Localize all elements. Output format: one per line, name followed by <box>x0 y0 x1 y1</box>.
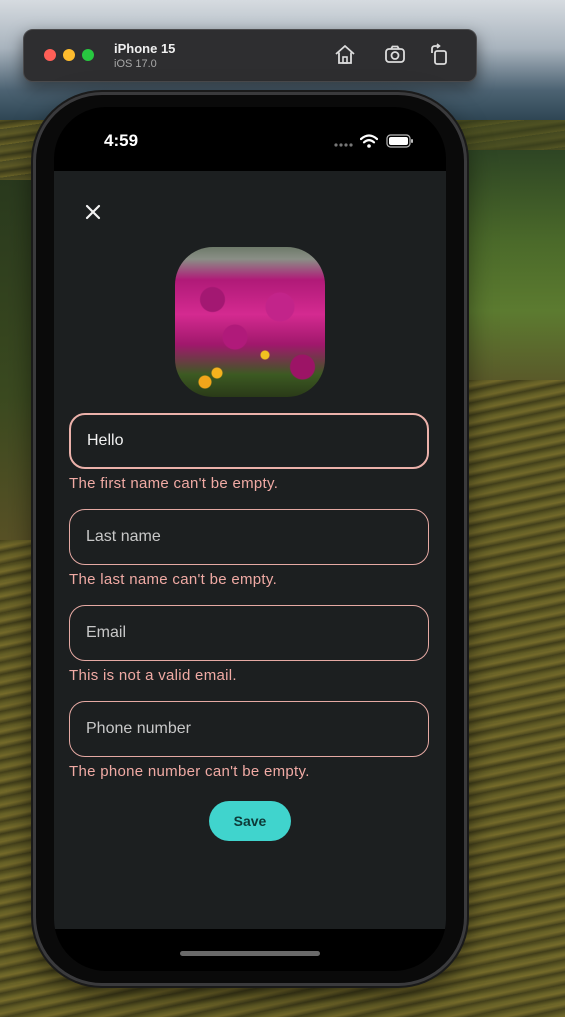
status-time: 4:59 <box>104 131 139 150</box>
window-zoom-button[interactable] <box>82 49 94 61</box>
email-field[interactable]: Email <box>69 605 429 661</box>
screenshot-icon[interactable] <box>383 43 407 67</box>
email-error: This is not a valid email. <box>69 667 237 684</box>
save-button[interactable]: Save <box>209 801 291 841</box>
home-indicator[interactable] <box>180 951 320 956</box>
home-icon[interactable] <box>333 43 357 67</box>
window-close-button[interactable] <box>44 49 56 61</box>
battery-icon <box>386 134 413 148</box>
phone-number-error: The phone number can't be empty. <box>69 763 310 780</box>
phone-number-field[interactable]: Phone number <box>69 701 429 757</box>
first-name-error: The first name can't be empty. <box>69 475 279 492</box>
close-icon[interactable] <box>80 199 106 225</box>
avatar-photo[interactable] <box>175 247 325 397</box>
cellular-icon <box>334 143 353 147</box>
last-name-group: Last name The last name can't be empty. <box>69 509 429 588</box>
first-name-group: Hello The first name can't be empty. <box>69 413 429 492</box>
first-name-field[interactable]: Hello <box>69 413 429 469</box>
window-minimize-button[interactable] <box>63 49 75 61</box>
email-group: Email This is not a valid email. <box>69 605 429 684</box>
os-version: iOS 17.0 <box>114 58 157 70</box>
wifi-icon <box>360 134 378 148</box>
phone-number-group: Phone number The phone number can't be e… <box>69 701 429 780</box>
simulator-toolbar: iPhone 15 iOS 17.0 <box>23 29 477 82</box>
last-name-field[interactable]: Last name <box>69 509 429 565</box>
rotate-icon[interactable] <box>428 43 452 67</box>
phone-screen: 4:59 Hello The first name can't be empty… <box>54 107 446 971</box>
last-name-error: The last name can't be empty. <box>69 571 278 588</box>
dynamic-island <box>189 125 311 159</box>
edit-contact-sheet: Hello The first name can't be empty. Las… <box>54 171 446 929</box>
device-name: iPhone 15 <box>114 41 176 56</box>
background-forest-right <box>455 150 565 380</box>
